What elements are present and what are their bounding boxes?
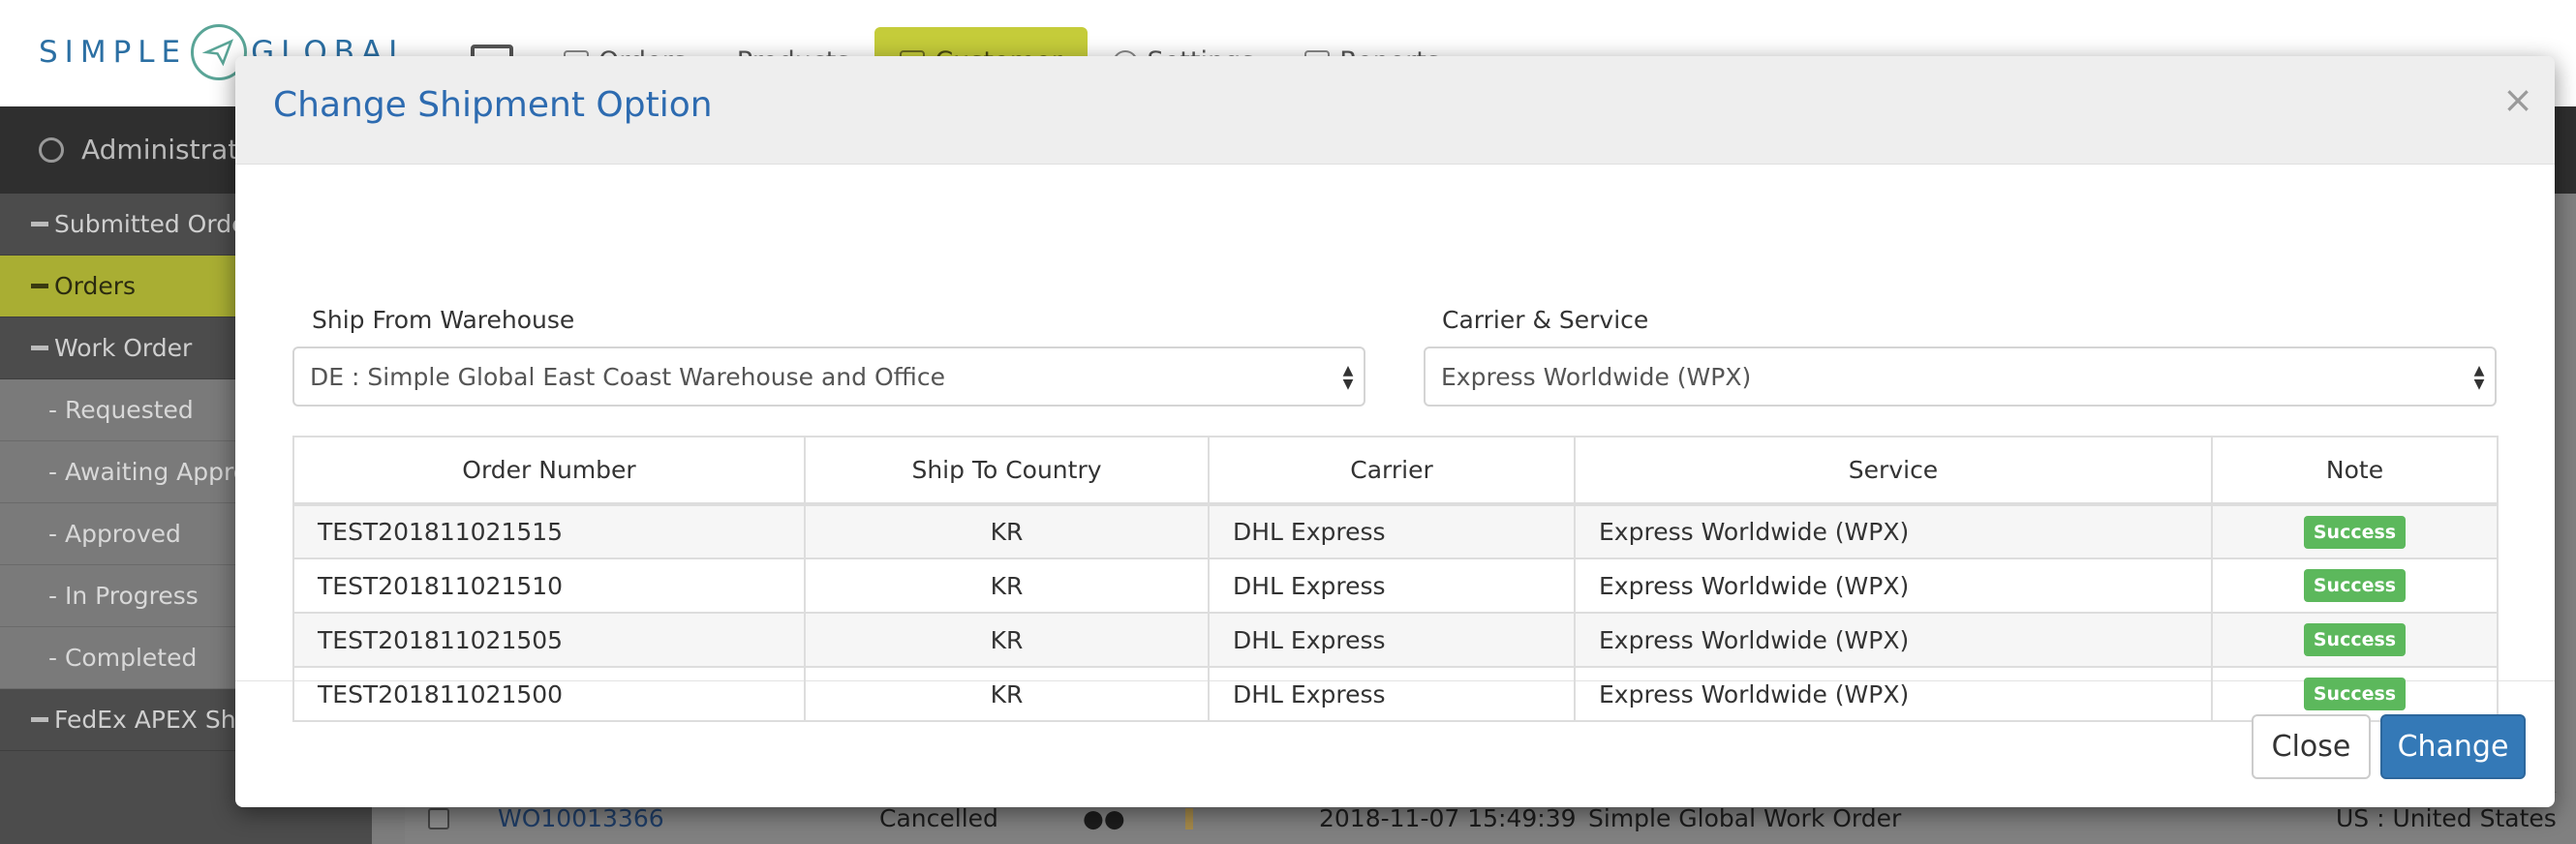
warehouse-label: Ship From Warehouse bbox=[312, 306, 575, 334]
comment-icon[interactable]: ●● bbox=[1083, 804, 1125, 832]
success-badge: Success bbox=[2303, 623, 2407, 656]
column-header-service: Service bbox=[1574, 436, 2213, 506]
table-row: TEST201811021515 KR DHL Express Express … bbox=[292, 503, 2499, 559]
close-button[interactable]: Close bbox=[2252, 714, 2371, 779]
minus-icon bbox=[31, 284, 48, 288]
row-checkbox[interactable] bbox=[428, 807, 449, 829]
sidebar-item-label: Orders bbox=[54, 272, 137, 300]
modal-header: Change Shipment Option × bbox=[235, 56, 2555, 165]
carrier-service-label: Carrier & Service bbox=[1442, 306, 1649, 334]
sidebar-item-label: - Completed bbox=[48, 644, 198, 672]
country-text: US : United States bbox=[2336, 804, 2557, 832]
service-cell: Express Worldwide (WPX) bbox=[1574, 612, 2213, 668]
service-cell: Express Worldwide (WPX) bbox=[1574, 558, 2213, 614]
select-arrows-icon: ▲ ▼ bbox=[1342, 363, 1354, 392]
order-number-cell: TEST201811021505 bbox=[292, 612, 806, 668]
admin-menu[interactable]: Administrator bbox=[39, 134, 266, 166]
success-badge: Success bbox=[2303, 515, 2407, 549]
note-cell: Success bbox=[2211, 503, 2499, 559]
minus-icon bbox=[31, 222, 48, 226]
sidebar-item-label: - Requested bbox=[48, 396, 194, 424]
sidebar-item-label: - Approved bbox=[48, 520, 181, 548]
minus-icon bbox=[31, 346, 48, 350]
country-cell: KR bbox=[804, 558, 1210, 614]
order-number-cell: TEST201811021515 bbox=[292, 503, 806, 559]
flag-icon bbox=[1185, 807, 1193, 829]
modal-body: Ship From Warehouse DE : Simple Global E… bbox=[235, 165, 2555, 722]
modal-footer: Close Change bbox=[235, 681, 2555, 806]
sidebar-item-label: Work Order bbox=[54, 334, 193, 362]
table-header-row: Order Number Ship To Country Carrier Ser… bbox=[292, 436, 2499, 506]
settings-icon bbox=[39, 136, 64, 163]
note-cell: Success bbox=[2211, 612, 2499, 668]
carrier-cell: DHL Express bbox=[1208, 503, 1576, 559]
close-icon[interactable]: × bbox=[2502, 81, 2533, 118]
warehouse-select[interactable]: DE : Simple Global East Coast Warehouse … bbox=[292, 347, 1365, 407]
logo-text-left: SIMPLE bbox=[39, 35, 188, 70]
carrier-service-select[interactable]: Express Worldwide (WPX) ▲ ▼ bbox=[1424, 347, 2497, 407]
table-row: TEST201811021505 KR DHL Express Express … bbox=[292, 612, 2499, 668]
order-number-cell: TEST201811021510 bbox=[292, 558, 806, 614]
minus-icon bbox=[31, 717, 48, 722]
warehouse-value: DE : Simple Global East Coast Warehouse … bbox=[310, 362, 945, 391]
sidebar-item-label: - In Progress bbox=[48, 582, 199, 610]
column-header-order-number: Order Number bbox=[292, 436, 806, 506]
column-header-note: Note bbox=[2211, 436, 2499, 506]
table-row: TEST201811021510 KR DHL Express Express … bbox=[292, 558, 2499, 614]
column-header-ship-to-country: Ship To Country bbox=[804, 436, 1210, 506]
column-header-carrier: Carrier bbox=[1208, 436, 1576, 506]
note-cell: Success bbox=[2211, 558, 2499, 614]
change-button[interactable]: Change bbox=[2380, 714, 2526, 779]
change-shipment-modal: Change Shipment Option × Ship From Wareh… bbox=[235, 56, 2555, 807]
type-text: Simple Global Work Order bbox=[1588, 804, 1902, 832]
shipment-table: Order Number Ship To Country Carrier Ser… bbox=[292, 436, 2499, 722]
success-badge: Success bbox=[2303, 569, 2407, 602]
service-cell: Express Worldwide (WPX) bbox=[1574, 503, 2213, 559]
carrier-cell: DHL Express bbox=[1208, 612, 1576, 668]
carrier-service-value: Express Worldwide (WPX) bbox=[1441, 362, 1752, 391]
carrier-cell: DHL Express bbox=[1208, 558, 1576, 614]
status-text: Cancelled bbox=[879, 804, 998, 832]
country-cell: KR bbox=[804, 612, 1210, 668]
datetime-text: 2018-11-07 15:49:39 bbox=[1319, 804, 1577, 832]
modal-title: Change Shipment Option bbox=[273, 85, 713, 125]
select-arrows-icon: ▲ ▼ bbox=[2473, 363, 2485, 392]
work-order-link[interactable]: WO10013366 bbox=[498, 804, 664, 832]
country-cell: KR bbox=[804, 503, 1210, 559]
